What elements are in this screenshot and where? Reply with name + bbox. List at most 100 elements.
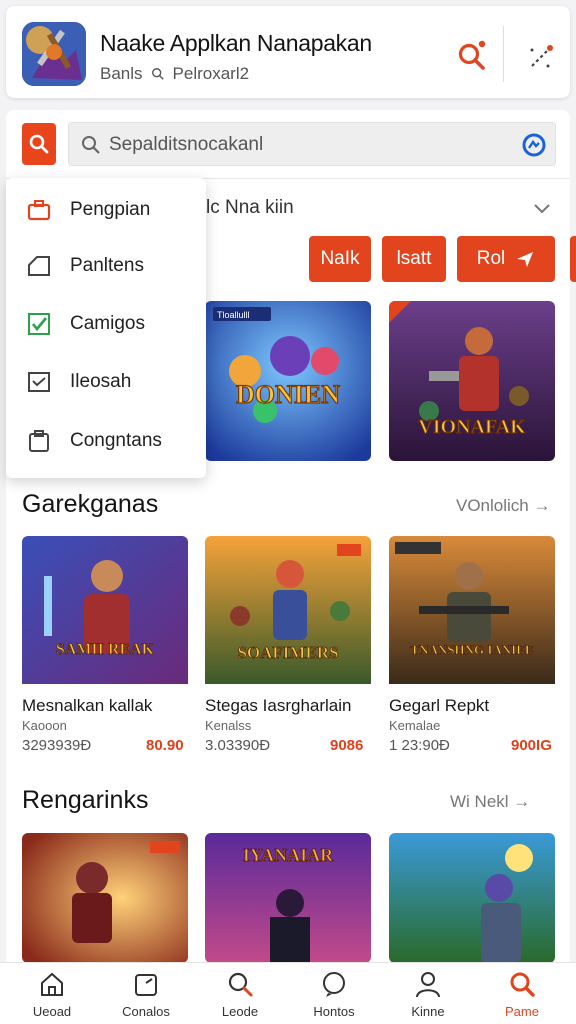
game-publisher: Kaooon	[22, 718, 67, 733]
chart-icon	[28, 372, 50, 392]
filter-chip[interactable]: Rol	[457, 236, 555, 282]
search-icon	[82, 136, 100, 154]
game-publisher: Kemalae	[389, 718, 441, 733]
game-artwork: Tloallulll DONIEN	[205, 301, 371, 461]
clipboard-icon	[29, 430, 49, 452]
dropdown-item[interactable]: Ileosah	[6, 354, 206, 410]
game-card[interactable]: IYANAIAR	[205, 833, 371, 963]
game-title[interactable]: Mesnalkan kallak	[22, 696, 152, 716]
dropdown-item[interactable]: Camigos	[6, 296, 206, 352]
art-title: SAMII REAK	[56, 641, 155, 658]
subtitle-left: Banls	[100, 64, 143, 83]
game-title[interactable]: Stegas Iasrgharlain	[205, 696, 351, 716]
tag-icon	[28, 256, 50, 276]
app-header: Naake Applkan Nanapakan Banls Pelroxarl2	[6, 6, 570, 98]
game-card[interactable]	[389, 833, 555, 963]
game-card[interactable]: SAMII REAK	[22, 536, 188, 696]
filter-chip[interactable]: NaIk	[309, 236, 371, 282]
filter-chip[interactable]	[570, 236, 576, 282]
game-card[interactable]	[22, 833, 188, 963]
nav-label: Hontos	[313, 1004, 355, 1019]
dropdown-label: Camigos	[70, 313, 145, 334]
view-all-link[interactable]: Wi Nekl →	[450, 792, 530, 812]
chip-label: NaIk	[320, 248, 360, 269]
nav-item-chat[interactable]: Hontos	[286, 963, 382, 1024]
art-title: DONIEN	[236, 380, 340, 409]
nav-item-folder[interactable]: Conalos	[98, 963, 194, 1024]
nav-label: Leode	[221, 1004, 259, 1019]
price-tag: 80.90	[146, 737, 184, 754]
app-subtitle: Banls Pelroxarl2	[100, 64, 249, 84]
game-title[interactable]: Gegarl Repkt	[389, 696, 489, 716]
search-icon	[510, 972, 535, 997]
nav-label: Ueoad	[32, 1004, 72, 1019]
nav-item-search-active[interactable]: Pame	[474, 963, 570, 1024]
view-all-link[interactable]: VOnlolich →	[456, 496, 550, 516]
section-title: Rengarinks	[22, 786, 149, 814]
plane-icon	[517, 252, 534, 267]
dropdown-label: Pengpian	[70, 199, 151, 220]
search-button[interactable]	[22, 123, 56, 165]
chip-label: lsatt	[396, 248, 432, 269]
featured-game-card[interactable]: Tloallulll DONIEN	[205, 301, 371, 461]
dropdown-item[interactable]: Panltens	[6, 238, 206, 294]
search-icon[interactable]	[454, 38, 490, 74]
search-icon	[29, 134, 49, 154]
nav-item-profile[interactable]: Kinne	[380, 963, 476, 1024]
search-icon	[151, 68, 164, 80]
briefcase-icon	[27, 200, 51, 221]
category-dropdown: Pengpian Panltens Camigos Ileosah Congnt…	[6, 178, 206, 478]
checkbox-icon	[28, 313, 50, 335]
badge-text: Tloallulll	[217, 310, 250, 320]
magic-wand-icon[interactable]	[524, 40, 558, 74]
profile-icon	[416, 972, 440, 998]
sort-label[interactable]: lc Nna kiin	[206, 197, 294, 219]
nav-label: Conalos	[122, 1004, 170, 1019]
art-title: TNANSHNG IANIEE	[410, 642, 533, 657]
game-artwork	[389, 833, 555, 963]
game-artwork: IYANAIAR	[205, 833, 371, 963]
art-title: IYANAIAR	[243, 845, 334, 865]
nav-item-home[interactable]: Ueoad	[4, 963, 100, 1024]
chip-label: Rol	[476, 248, 506, 269]
lens-icon[interactable]	[521, 132, 547, 158]
app-icon[interactable]	[22, 22, 86, 86]
search-placeholder: Sepalditsnocakanl	[109, 134, 264, 155]
game-artwork: SOAFIMERS	[205, 536, 371, 684]
dropdown-item[interactable]: Congntans	[6, 413, 206, 469]
game-publisher: Kenalss	[205, 718, 252, 733]
dropdown-label: Congntans	[70, 430, 162, 451]
download-count: 3293939Ð	[22, 737, 92, 754]
featured-game-card[interactable]: VIONAFAK	[389, 301, 555, 461]
bottom-navigation: Ueoad Conalos Leode Hontos Kinne Pame	[0, 962, 576, 1024]
nav-label: Kinne	[411, 1004, 445, 1019]
art-title: SOAFIMERS	[237, 643, 338, 662]
game-artwork: TNANSHNG IANIEE	[389, 536, 555, 684]
game-artwork: SAMII REAK	[22, 536, 188, 684]
price-tag: 900IG	[511, 737, 552, 754]
game-card[interactable]: TNANSHNG IANIEE	[389, 536, 555, 696]
download-count: 1 23:90Ð	[389, 737, 450, 754]
game-artwork: VIONAFAK	[389, 301, 555, 461]
game-artwork	[22, 833, 188, 963]
header-divider	[503, 26, 504, 82]
price-tag: 9086	[330, 737, 364, 754]
download-count: 3.03390Ð	[205, 737, 271, 754]
app-title: Naake Applkan Nanapakan	[100, 30, 372, 56]
search-input[interactable]: Sepalditsnocakanl	[68, 122, 556, 166]
dropdown-label: Ileosah	[70, 371, 132, 392]
game-card[interactable]: SOAFIMERS	[205, 536, 371, 696]
art-title: VIONAFAK	[418, 416, 526, 438]
home-icon	[41, 972, 63, 996]
folder-icon	[135, 974, 157, 996]
subtitle-right: Pelroxarl2	[172, 64, 250, 83]
section-title: Garekganas	[22, 490, 159, 518]
dropdown-item[interactable]: Pengpian	[6, 182, 206, 238]
nav-label: Pame	[505, 1004, 539, 1019]
chevron-down-icon[interactable]	[532, 200, 552, 216]
chat-icon	[323, 972, 345, 997]
nav-item-search[interactable]: Leode	[192, 963, 288, 1024]
search-icon	[228, 972, 253, 997]
dropdown-label: Panltens	[70, 255, 144, 276]
filter-chip[interactable]: lsatt	[382, 236, 446, 282]
